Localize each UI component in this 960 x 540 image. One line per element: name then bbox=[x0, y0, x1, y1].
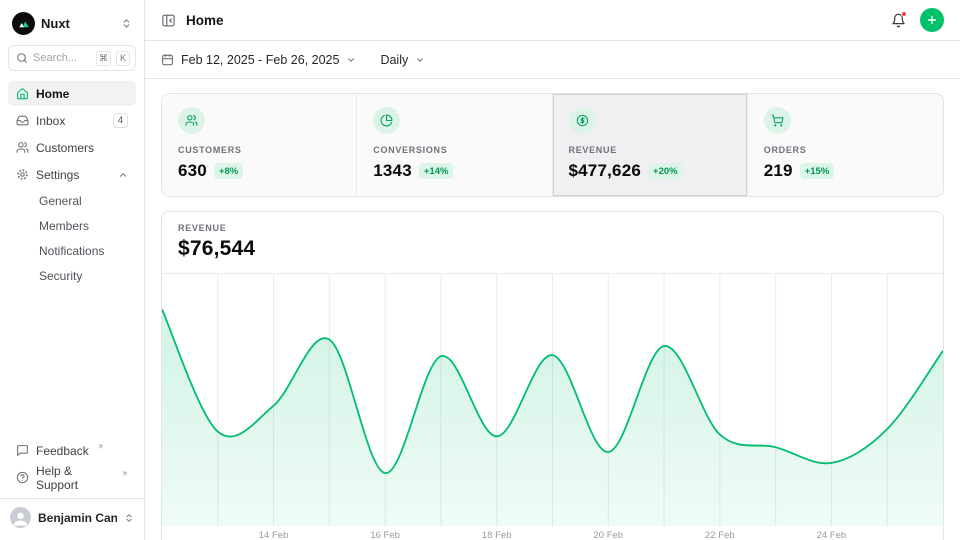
sidebar-item-members[interactable]: Members bbox=[8, 214, 136, 237]
stat-value: 1343 bbox=[373, 161, 412, 181]
sidebar-item-home[interactable]: Home bbox=[8, 81, 136, 106]
chevron-down-icon bbox=[346, 55, 356, 65]
chart-x-tick: 14 Feb bbox=[259, 530, 289, 540]
chart-pie-icon bbox=[373, 107, 400, 134]
sidebar-item-customers[interactable]: Customers bbox=[8, 135, 136, 160]
sidebar-item-label: Settings bbox=[36, 168, 79, 182]
sidebar-subitem-label: Members bbox=[39, 219, 89, 233]
stat-delta-badge: +14% bbox=[419, 163, 454, 179]
stat-label: CUSTOMERS bbox=[178, 145, 340, 155]
chart-header: REVENUE $76,544 bbox=[162, 212, 943, 274]
add-button[interactable] bbox=[920, 8, 944, 32]
chart-x-tick: 20 Feb bbox=[593, 530, 623, 540]
revenue-chart-card: REVENUE $76,544 14 Feb 16 Feb 18 Feb 20 Feb… bbox=[161, 211, 944, 540]
sidebar-item-label: Home bbox=[36, 87, 69, 101]
stat-tile-conversions[interactable]: CONVERSIONS 1343 +14% bbox=[357, 94, 552, 196]
granularity-label: Daily bbox=[380, 53, 408, 67]
search-icon bbox=[16, 52, 28, 64]
filters-toolbar: Feb 12, 2025 - Feb 26, 2025 Daily bbox=[145, 41, 960, 79]
notifications-button[interactable] bbox=[891, 13, 906, 28]
chart-kicker: REVENUE bbox=[178, 223, 927, 233]
sidebar-item-label: Feedback bbox=[36, 444, 89, 458]
sidebar-item-security[interactable]: Security bbox=[8, 264, 136, 287]
date-range-picker[interactable]: Feb 12, 2025 - Feb 26, 2025 bbox=[161, 53, 356, 67]
user-name: Benjamin Canac bbox=[38, 511, 117, 525]
home-icon bbox=[16, 87, 29, 100]
sidebar-subitem-label: General bbox=[39, 194, 82, 208]
chart-x-tick: 18 Feb bbox=[482, 530, 512, 540]
sidebar-item-feedback[interactable]: Feedback bbox=[8, 438, 136, 463]
main-panel: Home Feb 12, 2025 - Feb 26, 2025 bbox=[145, 0, 960, 540]
sidebar-item-help-support[interactable]: Help & Support bbox=[8, 465, 136, 490]
page-title: Home bbox=[186, 13, 224, 28]
inbox-icon bbox=[16, 114, 29, 127]
revenue-chart[interactable] bbox=[162, 274, 943, 526]
revenue-chart-svg[interactable] bbox=[162, 274, 943, 526]
sidebar-nav: Home Inbox 4 Customers Settings bbox=[8, 81, 136, 287]
sidebar-footer: Feedback Help & Support bbox=[8, 438, 136, 490]
avatar bbox=[10, 507, 31, 528]
stat-label: ORDERS bbox=[764, 145, 927, 155]
stat-label: CONVERSIONS bbox=[373, 145, 535, 155]
sidebar-item-label: Customers bbox=[36, 141, 94, 155]
chevron-up-icon bbox=[118, 170, 128, 180]
page-header: Home bbox=[145, 0, 960, 41]
granularity-select[interactable]: Daily bbox=[380, 53, 425, 67]
stat-tile-revenue[interactable]: REVENUE $477,626 +20% bbox=[553, 94, 748, 196]
stat-tile-orders[interactable]: ORDERS 219 +15% bbox=[748, 94, 943, 196]
sidebar: Nuxt ⌘ K Home Inb bbox=[0, 0, 145, 540]
stat-delta-badge: +8% bbox=[214, 163, 243, 179]
chevrons-up-down-icon bbox=[121, 18, 132, 29]
cart-icon bbox=[764, 107, 791, 134]
date-range-label: Feb 12, 2025 - Feb 26, 2025 bbox=[181, 53, 339, 67]
sidebar-item-general[interactable]: General bbox=[8, 189, 136, 212]
dollar-circle-icon bbox=[569, 107, 596, 134]
stat-tile-customers[interactable]: CUSTOMERS 630 +8% bbox=[162, 94, 357, 196]
kbd-k-key: K bbox=[116, 51, 130, 66]
chart-x-tick: 22 Feb bbox=[705, 530, 735, 540]
stat-label: REVENUE bbox=[569, 145, 731, 155]
sidebar-subitem-label: Notifications bbox=[39, 244, 104, 258]
kbd-cmd-key: ⌘ bbox=[96, 51, 111, 66]
chevrons-up-down-icon bbox=[124, 513, 134, 523]
sidebar-item-label: Inbox bbox=[36, 114, 65, 128]
stat-delta-badge: +15% bbox=[800, 163, 835, 179]
user-menu[interactable]: Benjamin Canac bbox=[0, 498, 144, 532]
help-circle-icon bbox=[16, 471, 29, 484]
notification-dot bbox=[901, 11, 907, 17]
stat-value: $477,626 bbox=[569, 161, 642, 181]
workspace-name: Nuxt bbox=[41, 16, 115, 31]
users-icon bbox=[178, 107, 205, 134]
calendar-icon bbox=[161, 53, 174, 66]
workspace-switcher[interactable]: Nuxt bbox=[8, 8, 136, 45]
nuxt-logo-icon bbox=[12, 12, 35, 35]
chart-x-axis: 14 Feb 16 Feb 18 Feb 20 Feb 22 Feb 24 Feb bbox=[162, 526, 943, 540]
chevron-down-icon bbox=[415, 55, 425, 65]
search-input[interactable] bbox=[33, 52, 91, 64]
sidebar-subitem-label: Security bbox=[39, 269, 82, 283]
stat-value: 630 bbox=[178, 161, 207, 181]
app-window: Nuxt ⌘ K Home Inb bbox=[0, 0, 960, 540]
chart-x-tick: 24 Feb bbox=[817, 530, 847, 540]
users-icon bbox=[16, 141, 29, 154]
external-link-icon bbox=[97, 443, 104, 450]
external-link-icon bbox=[121, 470, 128, 477]
sidebar-collapse-icon[interactable] bbox=[161, 13, 176, 28]
sidebar-item-notifications[interactable]: Notifications bbox=[8, 239, 136, 262]
stat-value: 219 bbox=[764, 161, 793, 181]
page-content: CUSTOMERS 630 +8% CONVERSIONS 1343 +14% bbox=[145, 79, 960, 540]
sidebar-item-label: Help & Support bbox=[36, 464, 113, 492]
sidebar-item-settings[interactable]: Settings bbox=[8, 162, 136, 187]
chat-bubble-icon bbox=[16, 444, 29, 457]
gear-icon bbox=[16, 168, 29, 181]
inbox-count-badge: 4 bbox=[113, 113, 128, 128]
search-box[interactable]: ⌘ K bbox=[8, 45, 136, 71]
stats-row: CUSTOMERS 630 +8% CONVERSIONS 1343 +14% bbox=[161, 93, 944, 197]
chart-current-value: $76,544 bbox=[178, 237, 927, 261]
stat-delta-badge: +20% bbox=[648, 163, 683, 179]
sidebar-item-inbox[interactable]: Inbox 4 bbox=[8, 108, 136, 133]
chart-x-tick: 16 Feb bbox=[370, 530, 400, 540]
